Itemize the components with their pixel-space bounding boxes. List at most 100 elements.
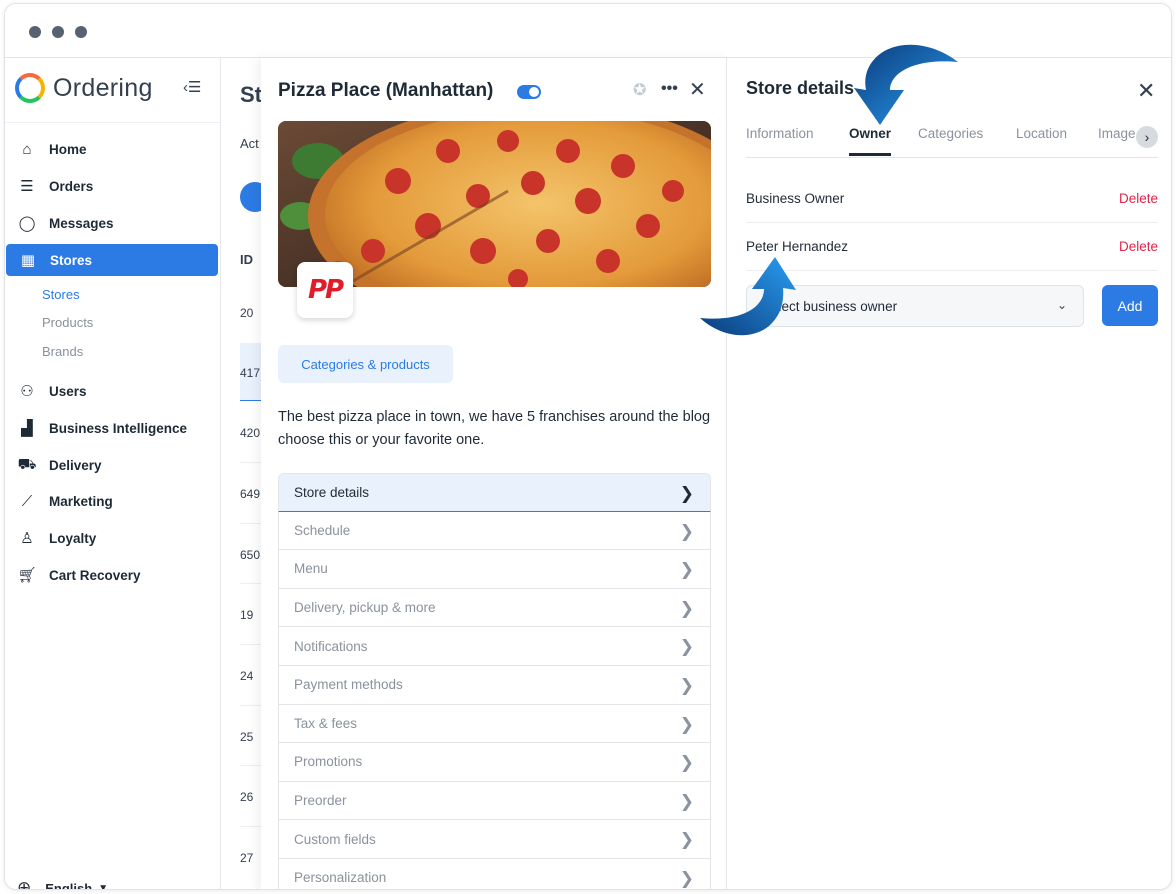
delete-owner-button[interactable]: Delete [1119, 191, 1158, 206]
chat-icon: ◯ [18, 215, 36, 232]
chevron-right-icon: ❯ [679, 484, 694, 503]
language-selector[interactable]: ⊕ English ▼ [17, 878, 108, 890]
globe-icon: ⊕ [17, 878, 32, 890]
table-row[interactable]: 417 [240, 366, 260, 380]
store-icon: ▦ [20, 252, 36, 269]
menu-item-label: Promotions [294, 754, 363, 770]
table-row[interactable]: 27 [240, 851, 253, 865]
sidebar-item-users[interactable]: ⚇ Users [5, 375, 221, 407]
table-row[interactable]: 20 [240, 306, 253, 320]
truck-icon: ⛟ [17, 455, 37, 473]
sidebar-item-label: Stores [50, 252, 93, 268]
sidebar-item-business-intelligence[interactable]: ▟ Business Intelligence [5, 412, 221, 444]
owner-name: Business Owner [746, 191, 845, 206]
store-logo-text: PP [307, 275, 344, 305]
table-row[interactable]: 24 [240, 669, 253, 683]
delete-owner-button[interactable]: Delete [1119, 239, 1158, 254]
menu-item-store-details[interactable]: Store details ❯ [278, 473, 711, 512]
tab-image[interactable]: Image [1098, 126, 1136, 141]
menu-item-label: Payment methods [294, 677, 403, 693]
tab-categories[interactable]: Categories [918, 126, 983, 141]
sidebar-item-home[interactable]: ⌂ Home [5, 133, 221, 165]
users-icon: ⚇ [20, 383, 34, 400]
menu-item-label: Notifications [294, 638, 368, 654]
badge-icon: ♙ [20, 530, 34, 547]
table-row[interactable]: 650 [240, 548, 260, 562]
owner-name: Peter Hernandez [746, 239, 849, 254]
table-row[interactable]: 25 [240, 730, 253, 744]
sidebar-item-messages[interactable]: ◯ Messages [5, 207, 221, 239]
window-dot-icon [52, 26, 64, 38]
cart-icon: 🛒︎ [17, 567, 37, 584]
menu-item-label: Store details [294, 484, 370, 500]
menu-item-notifications[interactable]: Notifications ❯ [278, 627, 711, 666]
tab-location[interactable]: Location [1016, 126, 1067, 141]
close-icon[interactable]: ✕ [689, 77, 706, 102]
chevron-right-icon: ❯ [679, 521, 694, 541]
chevron-right-icon: ❯ [679, 830, 694, 850]
sidebar-item-stores[interactable]: ▦ Stores [6, 244, 218, 276]
divider [240, 705, 262, 706]
menu-item-preorder[interactable]: Preorder ❯ [278, 781, 711, 821]
close-icon[interactable]: ✕ [1137, 78, 1155, 104]
divider [240, 765, 262, 766]
window-dot-icon [75, 26, 87, 38]
add-owner-button[interactable]: Add [1102, 285, 1158, 326]
store-logo: PP [297, 262, 353, 318]
tab-information[interactable]: Information [746, 126, 814, 141]
more-options-icon[interactable]: ••• [661, 80, 678, 98]
store-title: Pizza Place (Manhattan) [278, 80, 494, 101]
tab-active[interactable]: Act [240, 136, 259, 151]
menu-item-payment-methods[interactable]: Payment methods ❯ [278, 665, 711, 705]
table-row[interactable]: 420 [240, 426, 260, 440]
sidebar-item-cart-recovery[interactable]: 🛒︎ Cart Recovery [5, 559, 221, 591]
table-row[interactable]: 19 [240, 608, 253, 622]
menu-item-label: Schedule [294, 522, 351, 538]
sidebar-subitem-products[interactable]: Products [42, 315, 93, 330]
chevron-right-icon: ❯ [679, 598, 694, 618]
table-row[interactable]: 649 [240, 487, 260, 501]
chevron-right-icon: ❯ [679, 714, 694, 734]
column-header-id: ID [240, 252, 253, 267]
sidebar-subitem-brands[interactable]: Brands [42, 344, 83, 359]
stores-list-background: St Act ID 20 417 420 649 650 19 24 25 26… [221, 58, 270, 889]
sidebar-item-delivery[interactable]: ⛟ Delivery [5, 449, 221, 481]
menu-item-custom-fields[interactable]: Custom fields ❯ [278, 820, 711, 859]
sidebar-subitem-stores[interactable]: Stores [42, 287, 80, 302]
menu-item-menu[interactable]: Menu ❯ [278, 550, 711, 589]
menu-item-schedule[interactable]: Schedule ❯ [278, 511, 711, 551]
brand-name: Ordering [53, 73, 153, 102]
brand-logo[interactable]: Ordering [15, 72, 153, 104]
sidebar-item-loyalty[interactable]: ♙ Loyalty [5, 522, 221, 554]
menu-item-delivery-pickup[interactable]: Delivery, pickup & more ❯ [278, 588, 711, 628]
support-icon[interactable]: ✪ [633, 80, 646, 100]
business-owner-select[interactable]: Select business owner ⌄ [746, 285, 1084, 327]
bar-chart-icon: ▟ [21, 420, 33, 437]
chevron-right-icon: ❯ [679, 675, 694, 695]
tabs-scroll-right-icon[interactable]: › [1136, 126, 1158, 148]
select-placeholder: Select business owner [762, 298, 898, 314]
store-details-panel: Store details ✕ Information Owner Catego… [727, 58, 1171, 889]
store-enabled-toggle[interactable] [517, 85, 541, 99]
menu-item-label: Preorder [294, 793, 347, 809]
sidebar-item-label: Cart Recovery [49, 567, 141, 583]
chevron-right-icon: ❯ [679, 637, 694, 657]
owner-row: Peter Hernandez Delete [746, 223, 1158, 271]
collapse-sidebar-icon[interactable]: ‹☰ [183, 78, 209, 98]
sidebar-item-marketing[interactable]: ⟋ Marketing [5, 485, 221, 517]
sidebar-item-label: Business Intelligence [49, 420, 188, 436]
menu-item-promotions[interactable]: Promotions ❯ [278, 743, 711, 782]
chevron-right-icon: ❯ [679, 791, 694, 811]
table-row[interactable]: 26 [240, 790, 253, 804]
sidebar-item-label: Home [49, 141, 87, 157]
sidebar-item-orders[interactable]: ☰ Orders [5, 170, 221, 202]
divider [240, 583, 262, 584]
menu-item-personalization[interactable]: Personalization ❯ [278, 858, 711, 889]
categories-products-button[interactable]: Categories & products [278, 345, 453, 383]
chevron-right-icon: ❯ [679, 868, 694, 888]
divider [240, 826, 262, 827]
divider [5, 122, 221, 123]
tab-owner[interactable]: Owner [849, 126, 891, 141]
menu-item-label: Custom fields [294, 831, 376, 847]
menu-item-tax-fees[interactable]: Tax & fees ❯ [278, 704, 711, 744]
